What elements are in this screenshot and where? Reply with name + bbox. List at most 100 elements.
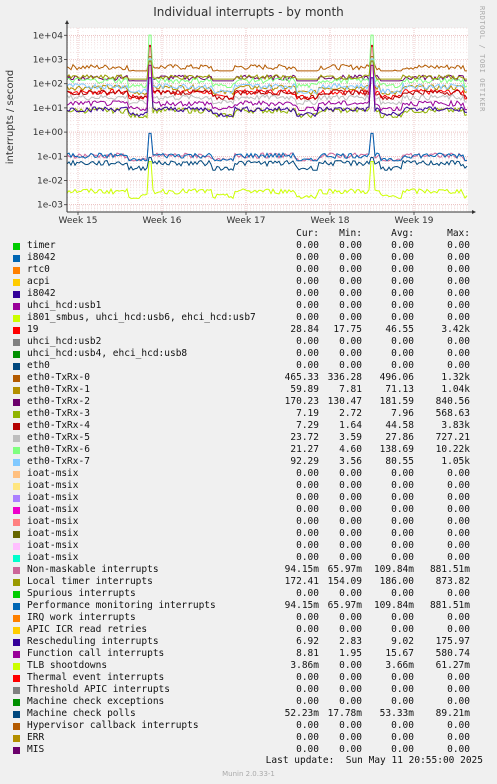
legend-series-name: ioat-msix: [27, 528, 79, 539]
legend-max-value: 0.00: [447, 672, 470, 683]
legend-row: TLB shootdowns 3.86m 0.00 3.66m 61.27m: [0, 660, 497, 672]
legend-row: i8042 0.00 0.00 0.00 0.00: [0, 252, 497, 264]
legend-row: ioat-msix 0.00 0.00 0.00 0.00: [0, 552, 497, 564]
legend-row: ioat-msix 0.00 0.00 0.00 0.00: [0, 528, 497, 540]
y-tick-label: 1e-02: [37, 177, 63, 187]
legend-series-name: APIC ICR read retries: [27, 624, 148, 635]
legend-row: ioat-msix 0.00 0.00 0.00 0.00: [0, 468, 497, 480]
legend-row: IRQ work interrupts 0.00 0.00 0.00 0.00: [0, 612, 497, 624]
legend-series-name: Threshold APIC interrupts: [27, 684, 170, 695]
legend-row: uhci_hcd:usb2 0.00 0.00 0.00 0.00: [0, 336, 497, 348]
legend-max-value: 0.00: [447, 528, 470, 539]
legend-swatch: [13, 267, 20, 274]
legend-max-value: 0.00: [447, 504, 470, 515]
legend-series-name: Local timer interrupts: [27, 576, 153, 587]
legend-row: eth0-TxRx-4 7.29 1.64 44.58 3.83k: [0, 420, 497, 432]
legend-series-name: eth0-TxRx-6: [27, 444, 90, 455]
legend-swatch: [13, 435, 20, 442]
legend-row: 19 28.84 17.75 46.55 3.42k: [0, 324, 497, 336]
legend-series-name: IRQ work interrupts: [27, 612, 136, 623]
legend-row: Machine check exceptions 0.00 0.00 0.00 0.00: [0, 696, 497, 708]
legend-swatch: [13, 363, 20, 370]
legend-max-value: 873.82: [435, 576, 470, 587]
legend-swatch: [13, 735, 20, 742]
legend-max-value: 0.00: [447, 336, 470, 347]
legend-series-name: ioat-msix: [27, 516, 79, 527]
legend-max-value: 0.00: [447, 720, 470, 731]
y-tick-label: 1e-01: [37, 152, 63, 162]
legend-swatch: [13, 315, 20, 322]
legend-row: i801_smbus, uhci_hcd:usb6, ehci_hcd:usb7…: [0, 312, 497, 324]
legend-max-value: 0.00: [447, 588, 470, 599]
legend-swatch: [13, 567, 20, 574]
legend-swatch: [13, 243, 20, 250]
legend-max-value: 0.00: [447, 540, 470, 551]
legend-series-name: i801_smbus, uhci_hcd:usb6, ehci_hcd:usb7: [27, 312, 256, 323]
legend-series-name: ioat-msix: [27, 504, 79, 515]
legend-max-value: 0.00: [447, 360, 470, 371]
legend-series-name: Hypervisor callback interrupts: [27, 720, 199, 731]
x-tick-label: Week 18: [311, 216, 350, 226]
legend-max-value: 175.97: [435, 636, 470, 647]
legend-max-value: 0.00: [447, 552, 470, 563]
legend-series-name: i8042: [27, 252, 56, 263]
legend-swatch: [13, 531, 20, 538]
legend-swatch: [13, 747, 20, 754]
legend-swatch: [13, 711, 20, 718]
legend-series-name: Machine check polls: [27, 708, 136, 719]
legend-row: eth0-TxRx-3 7.19 2.72 7.96 568.63: [0, 408, 497, 420]
legend-row: Rescheduling interrupts 6.92 2.83 9.02 175.9…: [0, 636, 497, 648]
legend-swatch: [13, 255, 20, 262]
legend-swatch: [13, 423, 20, 430]
x-tick-label: Week 15: [59, 216, 98, 226]
legend-series-name: uhci_hcd:usb4, ehci_hcd:usb8: [27, 348, 188, 359]
legend-max-value: 580.74: [435, 648, 470, 659]
legend-row: Thermal event interrupts 0.00 0.00 0.00 0.00: [0, 672, 497, 684]
legend-series-name: uhci_hcd:usb1: [27, 300, 102, 311]
munin-footer: Munin 2.0.33-1: [222, 770, 275, 778]
legend-swatch: [13, 555, 20, 562]
legend-max-value: 0.00: [447, 516, 470, 527]
y-tick-label: 1e-03: [37, 201, 63, 211]
legend-row: eth0-TxRx-2 170.23 130.47 181.59 840.56: [0, 396, 497, 408]
legend-max-value: 881.51m: [429, 600, 470, 611]
legend-series-name: Performance monitoring interrupts: [27, 600, 216, 611]
legend-max-value: 0.00: [447, 612, 470, 623]
legend-series-name: Function call interrupts: [27, 648, 165, 659]
legend-max-value: 0.00: [447, 492, 470, 503]
legend-row: Machine check polls 52.23m 17.78m 53.33m 89.…: [0, 708, 497, 720]
legend-row: Local timer interrupts 172.41 154.09 186.00…: [0, 576, 497, 588]
legend-max-value: 0.00: [447, 624, 470, 635]
legend-swatch: [13, 339, 20, 346]
legend-swatch: [13, 663, 20, 670]
legend-row: uhci_hcd:usb4, ehci_hcd:usb8 0.00 0.00 0.00…: [0, 348, 497, 360]
legend-swatch: [13, 495, 20, 502]
legend-swatch: [13, 279, 20, 286]
legend-swatch: [13, 591, 20, 598]
legend-max-value: 0.00: [447, 348, 470, 359]
legend-series-name: eth0-TxRx-1: [27, 384, 90, 395]
legend-max-value: 0.00: [447, 276, 470, 287]
legend-series-name: ioat-msix: [27, 492, 79, 503]
legend-swatch: [13, 507, 20, 514]
legend-series-name: i8042: [27, 288, 56, 299]
legend-row: Spurious interrupts 0.00 0.00 0.00 0.00: [0, 588, 497, 600]
plot-area: 1e-03 1e-02 1e-01 1e+00 1e+01 1e+02 1e+03 1e+04…: [33, 20, 476, 226]
legend-row: Non-maskable interrupts 94.15m 65.97m 109.8…: [0, 564, 497, 576]
legend-swatch: [13, 447, 20, 454]
legend-row: rtc0 0.00 0.00 0.00 0.00: [0, 264, 497, 276]
legend-row: ioat-msix 0.00 0.00 0.00 0.00: [0, 516, 497, 528]
legend-row: timer 0.00 0.00 0.00 0.00: [0, 240, 497, 252]
legend-max-value: 840.56: [435, 396, 470, 407]
legend-row: uhci_hcd:usb1 0.00 0.00 0.00 0.00: [0, 300, 497, 312]
legend-swatch: [13, 627, 20, 634]
legend-max-value: 0.00: [447, 696, 470, 707]
legend-max-value: 1.05k: [441, 456, 470, 467]
legend-max-value: 3.83k: [441, 420, 470, 431]
legend-series-name: Spurious interrupts: [27, 588, 136, 599]
legend-series-name: eth0-TxRx-7: [27, 456, 90, 467]
legend-max-value: 568.63: [435, 408, 470, 419]
y-tick-label: 1e+02: [33, 80, 63, 90]
legend-swatch: [13, 579, 20, 586]
legend-series-name: TLB shootdowns: [27, 660, 108, 671]
